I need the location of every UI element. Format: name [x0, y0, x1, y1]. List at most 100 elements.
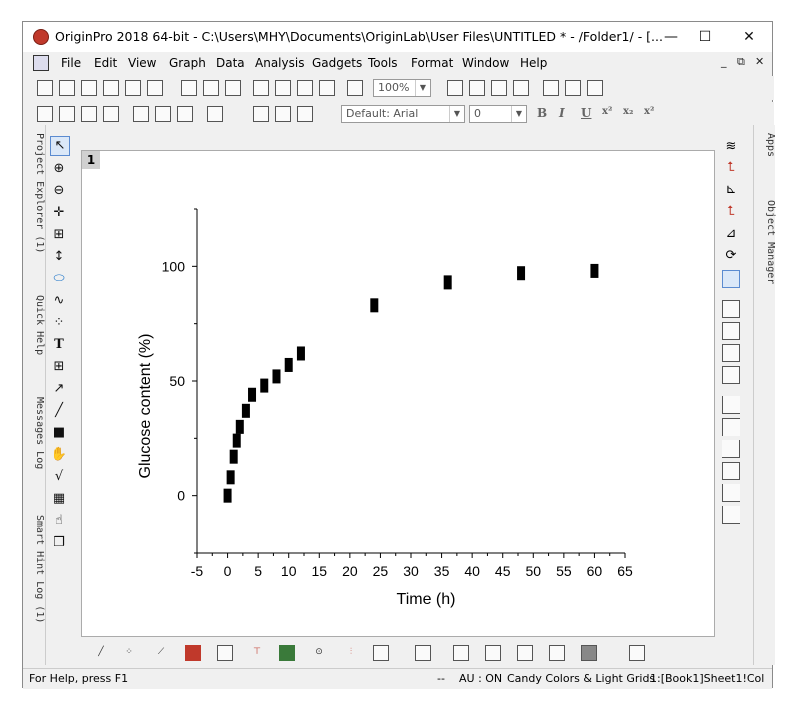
insert-graph-icon[interactable]: ▦	[50, 490, 68, 508]
document-icon[interactable]	[33, 55, 49, 71]
hand-tool-icon[interactable]: ✋	[50, 446, 68, 464]
status-theme[interactable]: Candy Colors & Light Grids	[507, 672, 655, 685]
arrow-tool-icon[interactable]: ↗	[50, 380, 68, 398]
chevron-down-icon[interactable]: ▼	[449, 106, 464, 122]
recalculate-icon[interactable]	[347, 80, 363, 96]
set-column-z-icon[interactable]	[103, 106, 119, 122]
underline-button[interactable]: U	[581, 106, 591, 120]
text-tool-icon[interactable]: T	[50, 336, 68, 354]
rectangle-tool-icon[interactable]: ■	[50, 424, 68, 442]
scatter-plot-icon[interactable]: ⁘	[121, 645, 137, 661]
new-notes-icon[interactable]	[203, 80, 219, 96]
print-icon[interactable]	[447, 80, 463, 96]
results-log-icon[interactable]	[513, 80, 529, 96]
speed-mode-icon[interactable]	[722, 270, 740, 288]
merge-graph-icon[interactable]	[155, 106, 171, 122]
new-project-icon[interactable]	[37, 80, 53, 96]
arrange-layers-icon[interactable]	[722, 322, 740, 340]
column-plot-icon[interactable]	[185, 645, 201, 661]
mdi-restore-icon[interactable]: ⧉	[737, 55, 745, 69]
layer-manager-icon[interactable]	[722, 366, 740, 384]
mdi-minimize-icon[interactable]: _	[721, 55, 727, 68]
box-plot-icon[interactable]: ⊤	[249, 645, 265, 661]
zoom-in-icon[interactable]: ⊕	[50, 160, 68, 178]
new-function-icon[interactable]	[147, 80, 163, 96]
new-layout-icon[interactable]	[181, 80, 197, 96]
menu-window[interactable]: Window	[462, 56, 509, 70]
template-library-icon[interactable]	[373, 645, 389, 661]
stack-icon[interactable]: ≋	[722, 138, 740, 156]
zoom-combo[interactable]: 100% ▼	[373, 79, 431, 97]
status-autoupdate[interactable]: AU : ON	[459, 672, 502, 685]
new-workbook-icon[interactable]	[81, 80, 97, 96]
axis-right-icon[interactable]	[722, 440, 740, 458]
refresh-icon[interactable]	[469, 80, 485, 96]
region-mask-icon[interactable]: ⬭	[50, 270, 68, 288]
menu-view[interactable]: View	[128, 56, 156, 70]
chevron-down-icon[interactable]: ▼	[511, 106, 526, 122]
minimize-button[interactable]: —	[654, 26, 688, 48]
subscript-icon[interactable]: x₂	[623, 106, 633, 117]
layer-content-icon[interactable]	[177, 106, 193, 122]
font-size-combo[interactable]: 0 ▼	[469, 105, 527, 123]
tab-project-explorer[interactable]: Project Explorer (1)	[23, 133, 45, 283]
menu-graph[interactable]: Graph	[169, 56, 206, 70]
add-table-icon[interactable]: ⊞	[50, 358, 68, 376]
axis-break-icon[interactable]	[722, 506, 740, 524]
close-button[interactable]: ✕	[732, 26, 766, 48]
graph-window[interactable]: 1 -5 0 5 10 15 20 25 30 35 40 45 50 55 60 65 0 50 100 Time…	[82, 151, 714, 636]
line-plot-icon[interactable]: ╱	[93, 645, 109, 661]
layer-grid-icon[interactable]	[722, 344, 740, 362]
superscript-icon[interactable]: x²	[602, 106, 612, 117]
heatmap-icon[interactable]	[549, 645, 565, 661]
menu-data[interactable]: Data	[216, 56, 245, 70]
tab-apps[interactable]: Apps	[754, 133, 776, 173]
cut-icon[interactable]	[253, 106, 269, 122]
new-excel-icon[interactable]	[225, 80, 241, 96]
set-column-y-icon[interactable]	[81, 106, 97, 122]
rescale-x-icon[interactable]: ⮤	[722, 204, 740, 222]
menu-file[interactable]: File	[61, 56, 81, 70]
paste-icon[interactable]	[297, 106, 313, 122]
gesture-icon[interactable]: ☝	[50, 512, 68, 530]
refresh-graph-icon[interactable]: ⟳	[722, 248, 740, 266]
new-graph-icon[interactable]	[103, 80, 119, 96]
chevron-down-icon[interactable]: ▼	[415, 80, 430, 96]
3d-surface-icon[interactable]	[453, 645, 469, 661]
rescale-icon[interactable]: ⊾	[722, 182, 740, 200]
area-plot-icon[interactable]	[279, 645, 295, 661]
add-layer-top-icon[interactable]	[722, 300, 740, 318]
statistics-plot-icon[interactable]	[217, 645, 233, 661]
maximize-button[interactable]: ☐	[688, 26, 722, 48]
code-builder-icon[interactable]	[491, 80, 507, 96]
menu-gadgets[interactable]: Gadgets	[312, 56, 362, 70]
image-plot-icon[interactable]	[581, 645, 597, 661]
line-symbol-plot-icon[interactable]: ⟋	[153, 645, 169, 661]
tab-quick-help[interactable]: Quick Help	[23, 295, 45, 385]
save-icon[interactable]	[297, 80, 313, 96]
menu-format[interactable]: Format	[411, 56, 453, 70]
open-icon[interactable]	[253, 80, 269, 96]
tab-smart-hint-log[interactable]: Smart Hint Log (1)	[23, 515, 45, 645]
data-selector-icon[interactable]: ↕	[50, 248, 68, 266]
add-layer-icon[interactable]	[133, 106, 149, 122]
menu-edit[interactable]: Edit	[94, 56, 117, 70]
italic-button[interactable]: I	[559, 106, 565, 120]
font-name-combo[interactable]: Default: Arial ▼	[341, 105, 465, 123]
swap-axes-icon[interactable]: ⮤	[722, 160, 740, 178]
menu-analysis[interactable]: Analysis	[255, 56, 304, 70]
tab-object-manager[interactable]: Object Manager	[754, 200, 776, 310]
contour-icon[interactable]	[517, 645, 533, 661]
tab-messages-log[interactable]: Messages Log	[23, 397, 45, 497]
bold-button[interactable]: B	[537, 106, 547, 120]
duplicate-icon[interactable]	[207, 106, 223, 122]
stock-plot-icon[interactable]: ⫶	[343, 645, 359, 661]
new-folder-icon[interactable]	[59, 80, 75, 96]
equation-icon[interactable]: √	[50, 468, 68, 486]
zoom-out-icon[interactable]: ⊖	[50, 182, 68, 200]
command-window-icon[interactable]	[543, 80, 559, 96]
new-matrix-icon[interactable]	[125, 80, 141, 96]
set-column-x-icon[interactable]	[59, 106, 75, 122]
rescale-y-icon[interactable]: ⊿	[722, 226, 740, 244]
polar-plot-icon[interactable]: ⊙	[311, 645, 327, 661]
